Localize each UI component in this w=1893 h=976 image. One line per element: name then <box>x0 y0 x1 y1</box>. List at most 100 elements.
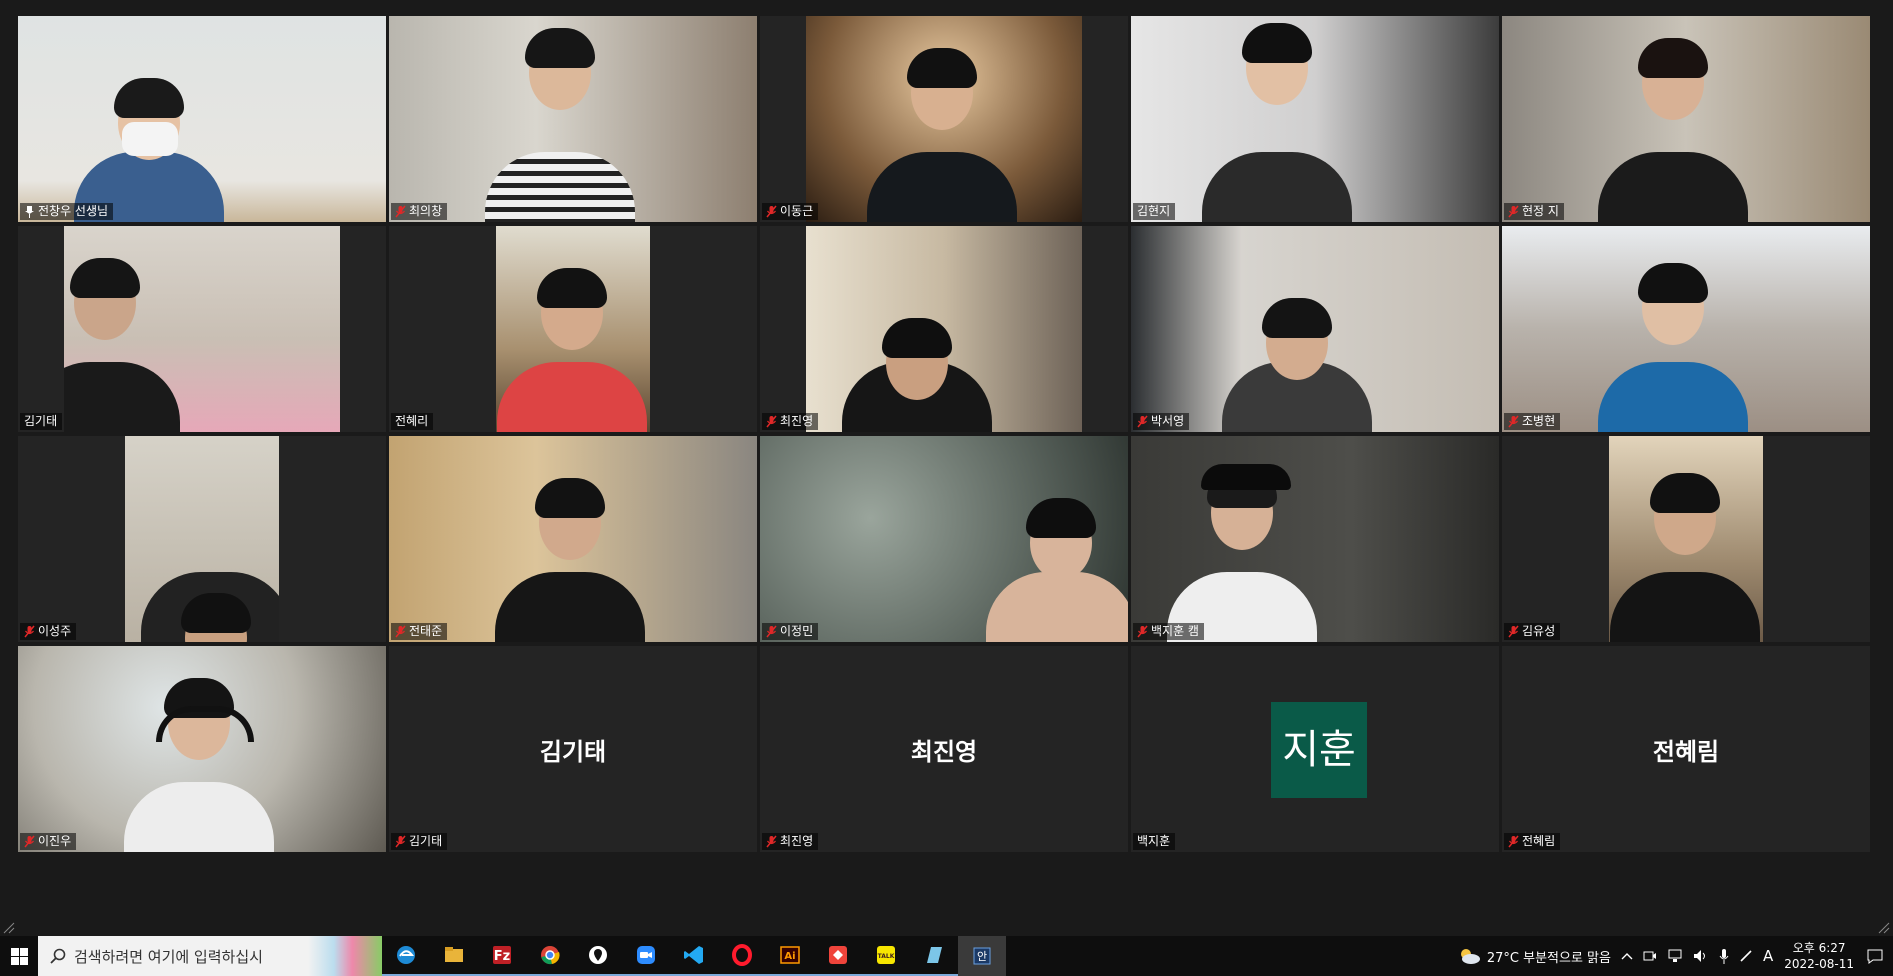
participant-name: 전혜리 <box>395 414 429 428</box>
start-button[interactable] <box>0 936 38 976</box>
search-box[interactable]: 검색하려면 여기에 입력하십시 <box>38 936 382 976</box>
mic-muted-icon <box>1508 835 1519 848</box>
mic-muted-icon <box>1508 625 1519 638</box>
video-feed <box>806 16 1082 222</box>
microphone-icon[interactable] <box>1719 948 1729 964</box>
participant-tile[interactable]: 조병현 <box>1502 226 1870 432</box>
participant-nameplate: 최진영 <box>762 833 819 850</box>
video-feed <box>389 436 757 642</box>
mic-muted-icon <box>24 625 35 638</box>
participant-nameplate: 김기태 <box>391 833 448 850</box>
edge-icon <box>397 946 415 964</box>
weather-widget[interactable]: 27°C 부분적으로 맑음 <box>1457 947 1611 966</box>
participant-tile[interactable]: 전혜림 전혜림 <box>1502 646 1870 852</box>
participant-name: 이동근 <box>780 204 814 218</box>
participant-nameplate: 이성주 <box>20 623 77 640</box>
taskbar-app-opera[interactable] <box>718 936 766 976</box>
svg-text:Fz: Fz <box>494 949 510 964</box>
video-feed <box>760 436 1128 642</box>
taskbar-app-edge[interactable] <box>382 936 430 976</box>
video-feed <box>389 16 757 222</box>
participant-nameplate: 이정민 <box>762 623 819 640</box>
participant-display-name: 최진영 <box>910 738 978 766</box>
taskbar-app-ime[interactable]: 안 <box>958 936 1006 976</box>
participant-tile[interactable]: 최의창 <box>389 16 757 222</box>
participant-nameplate: 조병현 <box>1504 413 1561 430</box>
input-mode-indicator[interactable]: A <box>1763 947 1773 965</box>
participant-tile[interactable]: 이진우 <box>18 646 386 852</box>
vscode-icon <box>684 946 703 964</box>
participant-name: 백지훈 캠 <box>1151 624 1199 638</box>
participant-tile[interactable]: 최진영 <box>760 226 1128 432</box>
participant-name: 최진영 <box>780 414 814 428</box>
mic-muted-icon <box>766 415 777 428</box>
network-icon[interactable] <box>1667 949 1683 963</box>
mic-muted-icon <box>766 835 777 848</box>
taskbar-app-zoom[interactable] <box>622 936 670 976</box>
video-feed <box>64 226 340 432</box>
participant-nameplate: 김기태 <box>20 413 63 430</box>
taskbar-app-chrome[interactable] <box>526 936 574 976</box>
resize-grip-right-icon[interactable] <box>1877 920 1891 934</box>
video-feed <box>1502 16 1870 222</box>
participant-tile[interactable]: 현정 지 <box>1502 16 1870 222</box>
taskbar-app-vscode[interactable] <box>670 936 718 976</box>
mic-muted-icon <box>395 835 406 848</box>
meet-now-icon[interactable] <box>1643 949 1657 963</box>
participant-nameplate: 전태준 <box>391 623 448 640</box>
notification-icon[interactable] <box>1867 949 1883 964</box>
video-feed <box>496 226 650 432</box>
taskbar-app-notes[interactable] <box>910 936 958 976</box>
search-highlight-art <box>308 936 382 976</box>
participant-tile[interactable]: 박서영 <box>1131 226 1499 432</box>
volume-icon[interactable] <box>1693 949 1709 963</box>
taskbar-app-kakaotalk[interactable]: TALK <box>862 936 910 976</box>
participant-tile[interactable]: 지훈 백지훈 <box>1131 646 1499 852</box>
taskbar-app-illustrator[interactable]: Ai <box>766 936 814 976</box>
clock[interactable]: 오후 6:27 2022-08-11 <box>1784 940 1854 972</box>
participant-tile[interactable]: 김현지 <box>1131 16 1499 222</box>
participant-tile[interactable]: 이정민 <box>760 436 1128 642</box>
mic-muted-icon <box>1508 415 1519 428</box>
notes-icon <box>927 947 942 963</box>
participant-name: 이성주 <box>38 624 72 638</box>
taskbar-app-anydesk[interactable] <box>814 936 862 976</box>
participant-name: 현정 지 <box>1522 204 1559 218</box>
participant-tile[interactable]: 김기태 김기태 <box>389 646 757 852</box>
anydesk-icon <box>829 946 847 964</box>
participant-tile[interactable]: 최진영 최진영 <box>760 646 1128 852</box>
video-feed <box>125 436 279 642</box>
taskbar-app-maps-pin[interactable] <box>574 936 622 976</box>
mic-muted-icon <box>766 205 777 218</box>
weather-cloud-icon <box>1460 949 1480 964</box>
chrome-icon <box>541 946 560 965</box>
participant-tile[interactable]: 김기태 <box>18 226 386 432</box>
participant-tile[interactable]: 전창우 선생님 <box>18 16 386 222</box>
video-feed <box>1502 226 1870 432</box>
mic-muted-icon <box>766 625 777 638</box>
participant-tile[interactable]: 이동근 <box>760 16 1128 222</box>
participant-tile[interactable]: 전태준 <box>389 436 757 642</box>
participant-nameplate: 전창우 선생님 <box>20 203 114 220</box>
weather-text: 27°C 부분적으로 맑음 <box>1486 950 1611 966</box>
taskbar-app-filezilla[interactable]: Fz <box>478 936 526 976</box>
participant-tile[interactable]: 전혜리 <box>389 226 757 432</box>
clock-time: 오후 6:27 <box>1792 941 1846 955</box>
resize-grip-left-icon[interactable] <box>2 920 16 934</box>
illustrator-icon: Ai <box>780 946 800 964</box>
taskbar-app-file-explorer[interactable] <box>430 936 478 976</box>
participant-tile[interactable]: 이성주 <box>18 436 386 642</box>
participant-name: 이정민 <box>780 624 814 638</box>
participant-tile[interactable]: 김유성 <box>1502 436 1870 642</box>
participant-avatar: 지훈 <box>1271 702 1367 798</box>
mic-muted-icon <box>395 625 406 638</box>
chevron-up-icon[interactable] <box>1621 952 1633 960</box>
participant-tile[interactable]: 백지훈 캠 <box>1131 436 1499 642</box>
participant-nameplate: 김유성 <box>1504 623 1561 640</box>
participant-name: 조병현 <box>1522 414 1556 428</box>
participant-nameplate: 최진영 <box>762 413 819 430</box>
ime-label: 안 <box>977 950 987 963</box>
filezilla-icon: Fz <box>493 946 511 964</box>
pen-icon[interactable] <box>1739 949 1753 963</box>
participant-name: 김기태 <box>24 414 58 428</box>
